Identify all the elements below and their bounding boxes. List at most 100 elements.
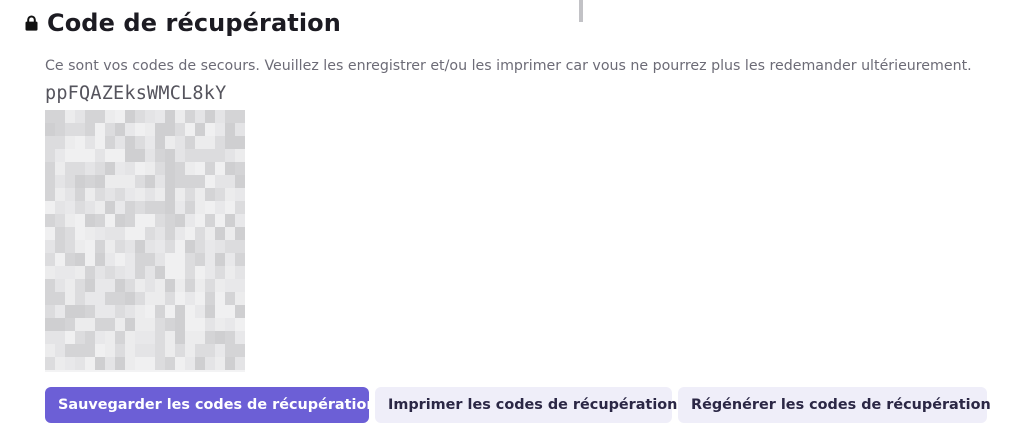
blur-cell <box>95 162 105 175</box>
blur-cell <box>205 305 215 318</box>
blur-cell <box>195 305 205 318</box>
page-title: Code de récupération <box>47 9 341 37</box>
blur-cell <box>235 175 245 188</box>
blur-cell <box>115 279 125 292</box>
blur-cell <box>125 149 135 162</box>
blur-cell <box>95 201 105 214</box>
blur-cell <box>85 188 95 201</box>
blur-cell <box>105 253 115 266</box>
blur-cell <box>105 162 115 175</box>
blur-cell <box>235 110 245 123</box>
blur-cell <box>135 292 145 305</box>
print-recovery-codes-button[interactable]: Imprimer les codes de récupération <box>375 387 677 423</box>
blur-cell <box>165 318 175 331</box>
blur-cell <box>65 240 75 253</box>
section-heading: Code de récupération <box>25 9 341 37</box>
blur-cell <box>95 266 105 279</box>
blurred-code-strip <box>45 214 245 227</box>
blur-cell <box>145 227 155 240</box>
blur-cell <box>145 175 155 188</box>
blur-cell <box>215 214 225 227</box>
recovery-codes-description: Ce sont vos codes de secours. Veuillez l… <box>45 58 972 74</box>
blur-cell <box>95 240 105 253</box>
blur-cell <box>95 357 105 370</box>
blur-cell <box>155 266 165 279</box>
blur-cell <box>85 279 95 292</box>
blur-cell <box>205 344 215 357</box>
blur-cell <box>225 162 235 175</box>
blur-cell <box>45 227 55 240</box>
blur-cell <box>235 305 245 318</box>
blurred-recovery-codes <box>45 110 245 372</box>
blur-cell <box>115 214 125 227</box>
recovery-codes-section: Code de récupération Ce sont vos codes d… <box>0 0 1030 431</box>
blur-cell <box>45 110 55 123</box>
blur-cell <box>75 305 85 318</box>
blurred-code-strip <box>45 136 245 149</box>
blur-cell <box>55 175 65 188</box>
blur-cell <box>65 188 75 201</box>
blur-cell <box>55 123 65 136</box>
blur-cell <box>95 253 105 266</box>
blur-cell <box>55 279 65 292</box>
blur-cell <box>215 110 225 123</box>
regenerate-recovery-codes-button[interactable]: Régénérer les codes de récupération <box>678 387 991 423</box>
blur-cell <box>225 110 235 123</box>
blur-cell <box>65 201 75 214</box>
blur-cell <box>225 136 235 149</box>
blur-cell <box>145 162 155 175</box>
blur-cell <box>135 266 145 279</box>
blur-cell <box>95 292 105 305</box>
blur-cell <box>155 136 165 149</box>
blur-cell <box>215 253 225 266</box>
blur-cell <box>115 240 125 253</box>
blur-cell <box>195 136 205 149</box>
blur-cell <box>145 110 155 123</box>
blur-cell <box>115 175 125 188</box>
blur-cell <box>105 292 115 305</box>
blur-cell <box>165 201 175 214</box>
blur-cell <box>205 357 215 370</box>
blur-cell <box>105 188 115 201</box>
blur-cell <box>45 162 55 175</box>
blur-cell <box>95 175 105 188</box>
blur-cell <box>45 266 55 279</box>
blur-cell <box>45 318 55 331</box>
blur-cell <box>165 331 175 344</box>
blur-cell <box>195 357 205 370</box>
blur-cell <box>135 175 145 188</box>
blurred-code-strip <box>45 149 245 162</box>
blur-cell <box>145 149 155 162</box>
blur-cell <box>185 279 195 292</box>
blur-cell <box>115 292 125 305</box>
blur-cell <box>145 123 155 136</box>
blurred-code-strip <box>45 331 245 344</box>
blur-cell <box>85 214 95 227</box>
blur-cell <box>135 240 145 253</box>
blur-cell <box>175 201 185 214</box>
blur-cell <box>105 110 115 123</box>
blur-cell <box>45 149 55 162</box>
blur-cell <box>175 357 185 370</box>
save-recovery-codes-button[interactable]: Sauvegarder les codes de récupération <box>45 387 377 423</box>
blur-cell <box>195 318 205 331</box>
blur-cell <box>95 110 105 123</box>
blur-cell <box>55 344 65 357</box>
blur-cell <box>95 279 105 292</box>
blur-cell <box>105 227 115 240</box>
blur-cell <box>175 188 185 201</box>
blur-cell <box>215 149 225 162</box>
blur-cell <box>55 253 65 266</box>
blur-cell <box>175 110 185 123</box>
blur-cell <box>235 201 245 214</box>
blur-cell <box>115 344 125 357</box>
blur-cell <box>125 318 135 331</box>
blur-cell <box>185 318 195 331</box>
blur-cell <box>75 175 85 188</box>
blur-cell <box>115 266 125 279</box>
blur-cell <box>165 123 175 136</box>
blurred-code-strip <box>45 123 245 136</box>
blur-cell <box>45 201 55 214</box>
blur-cell <box>225 344 235 357</box>
blur-cell <box>135 136 145 149</box>
